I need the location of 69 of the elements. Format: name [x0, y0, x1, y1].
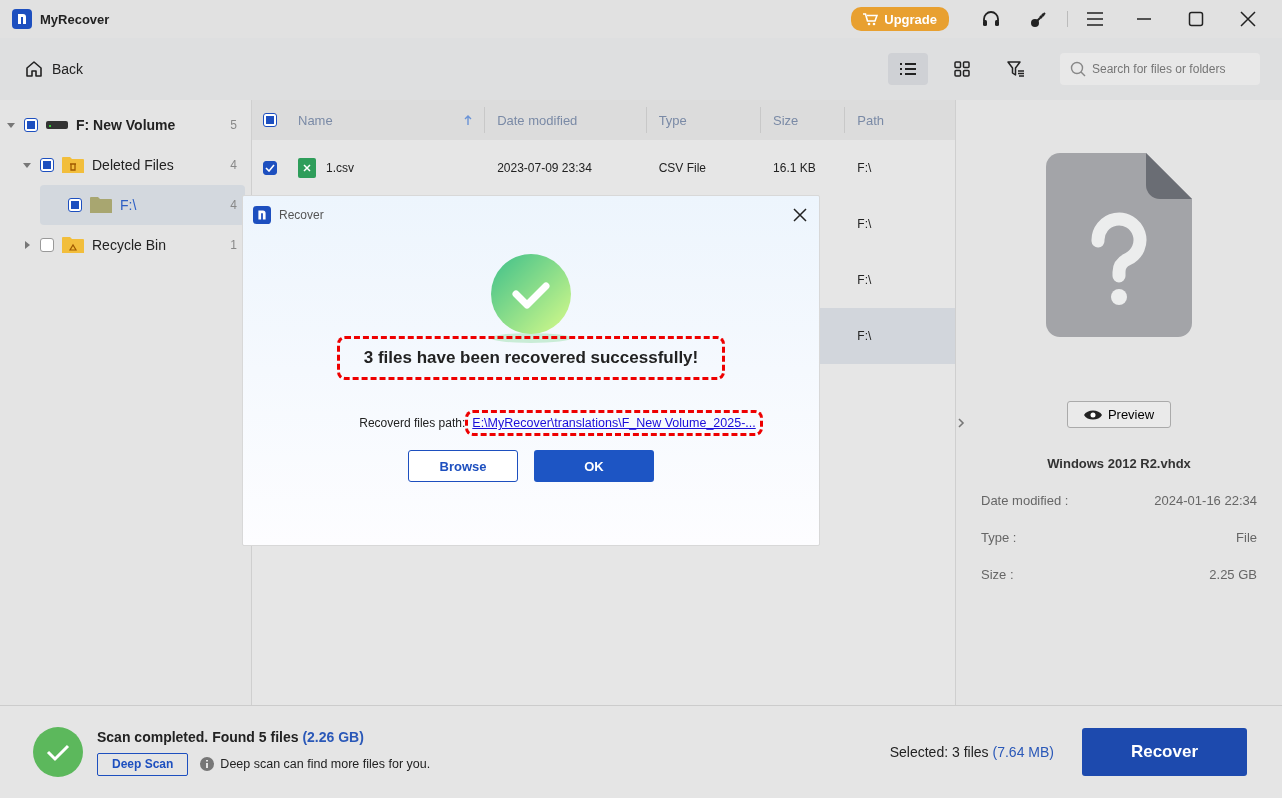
file-row[interactable]: 1.csv 2023-07-09 23:34 CSV File 16.1 KB F:\ [252, 140, 955, 196]
ok-button[interactable]: OK [534, 450, 654, 482]
checkbox[interactable] [68, 198, 82, 212]
tree-item[interactable]: Deleted Files 4 [0, 145, 245, 185]
selection-size: (7.64 MB) [992, 744, 1054, 760]
tree-item[interactable]: F:\ 4 [40, 185, 245, 225]
select-all-checkbox[interactable] [263, 113, 277, 127]
file-name: Windows 2012 R2.vhdx [1047, 456, 1191, 471]
recovered-path-link[interactable]: E:\MyRecover\translations\F_New Volume_2025-... [465, 410, 763, 436]
selection-summary: Selected: 3 files [889, 744, 989, 760]
eye-icon [1083, 408, 1102, 421]
detail-label: Date modified : [981, 493, 1069, 508]
checkbox[interactable] [40, 238, 54, 252]
success-message: 3 files have been recovered successfully! [336, 336, 726, 380]
key-icon[interactable] [1029, 9, 1049, 29]
detail-value: 2.25 GB [1209, 567, 1257, 582]
success-check-icon [33, 727, 83, 777]
deep-scan-button[interactable]: Deep Scan [97, 752, 189, 776]
caret-icon[interactable] [23, 161, 31, 169]
folder-icon [90, 196, 112, 214]
caret-icon[interactable] [7, 121, 15, 129]
close-icon[interactable] [793, 208, 807, 222]
checkbox[interactable] [263, 161, 277, 175]
browse-button[interactable]: Browse [408, 450, 518, 482]
filter-icon [1007, 61, 1025, 77]
search-field[interactable]: Search for files or folders [1060, 53, 1260, 85]
recover-button[interactable]: Recover [1082, 728, 1247, 776]
preview-button[interactable]: Preview [1066, 401, 1172, 428]
unknown-file-icon [1046, 153, 1192, 337]
list-view-button[interactable] [888, 53, 928, 85]
deep-scan-hint: Deep scan can find more files for you. [220, 757, 431, 771]
chevron-icon[interactable] [958, 418, 965, 428]
cart-icon [863, 12, 879, 26]
detail-label: Type : [981, 530, 1017, 545]
checkbox[interactable] [40, 158, 54, 172]
found-size: (2.26 GB) [302, 728, 364, 745]
checkbox[interactable] [24, 118, 38, 132]
path-cell: F:\ [857, 161, 872, 175]
home-icon [24, 59, 44, 79]
info-icon [200, 757, 215, 771]
detail-value: File [1236, 530, 1257, 545]
size-cell: 16.1 KB [773, 161, 816, 175]
grid-icon [954, 61, 970, 77]
detail-label: Size : [981, 567, 1014, 582]
back-button[interactable]: Back [24, 59, 84, 79]
scan-status: Scan completed. Found 5 files [97, 728, 299, 745]
menu-icon[interactable] [1086, 11, 1104, 27]
app-title: MyRecover [40, 11, 110, 27]
caret-icon[interactable] [23, 241, 31, 249]
close-icon[interactable] [1240, 11, 1256, 27]
date-cell: 2023-07-09 23:34 [497, 161, 592, 175]
tree-item[interactable]: Recycle Bin 1 [0, 225, 245, 265]
tree-item[interactable]: F: New Volume 5 [0, 105, 245, 145]
folder-icon [62, 156, 84, 174]
app-logo-icon [12, 9, 32, 29]
path-label: Recoverd files path: [359, 416, 466, 430]
file-name: 1.csv [326, 161, 355, 175]
app-logo-icon [253, 206, 271, 224]
headset-icon[interactable] [981, 9, 1001, 29]
list-icon [899, 62, 917, 76]
dialog-title: Recover [279, 208, 324, 222]
path-cell: F:\ [857, 273, 872, 287]
drive-icon [46, 120, 68, 130]
folder-icon [62, 236, 84, 254]
type-cell: CSV File [658, 161, 706, 175]
path-cell: F:\ [857, 329, 872, 343]
spreadsheet-icon [298, 158, 316, 178]
maximize-icon[interactable] [1188, 11, 1204, 27]
detail-value: 2024-01-16 22:34 [1154, 493, 1257, 508]
